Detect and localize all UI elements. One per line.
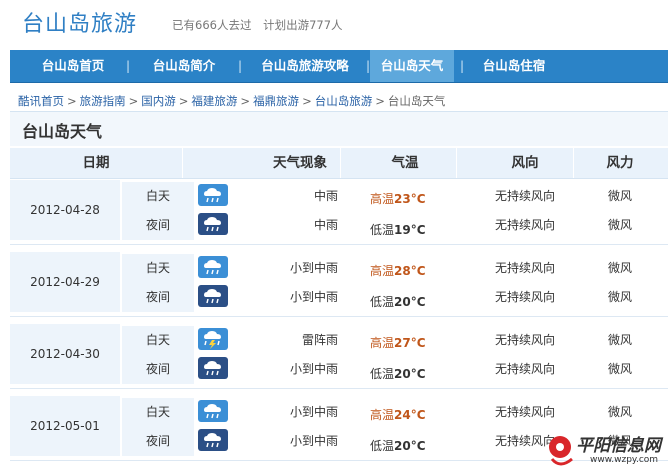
- col-header-wind-dir: 风向: [511, 155, 539, 171]
- temp-label: 低温: [370, 439, 395, 453]
- wind-force: 微风: [607, 189, 632, 203]
- temperature: 高温28°C: [370, 262, 460, 279]
- temperature: 低温19°C: [370, 221, 460, 238]
- wind-force: 微风: [607, 362, 632, 376]
- wind-force: 微风: [607, 333, 632, 347]
- nav-item-intro[interactable]: 台山岛简介: [134, 50, 234, 82]
- main-nav: 台山岛首页 | 台山岛简介 | 台山岛旅游攻略 | 台山岛天气 | 台山岛住宿: [10, 50, 668, 83]
- wind-force: 微风: [607, 405, 632, 419]
- date-cell: 2012-04-30: [10, 324, 120, 384]
- temperature: 高温23°C: [370, 190, 460, 207]
- nav-item-guide[interactable]: 台山岛旅游攻略: [246, 50, 364, 82]
- weather-text: 小到中雨: [289, 290, 338, 304]
- day-block: 2012-04-29 白天 小到中雨 高温28°C 无持续风向 微风 夜间 小到中雨 低温20°…: [10, 252, 668, 312]
- site-title[interactable]: 台山岛旅游: [22, 6, 137, 38]
- wind-direction: 无持续风向: [494, 333, 555, 347]
- temp-value: 20°C: [394, 367, 426, 381]
- wind-direction: 无持续风向: [494, 290, 555, 304]
- temp-label: 高温: [370, 408, 395, 422]
- period-night: 夜间: [122, 211, 194, 240]
- temp-label: 高温: [370, 192, 395, 206]
- temp-label: 高温: [370, 336, 395, 350]
- temp-label: 高温: [370, 264, 395, 278]
- temperature: 高温24°C: [370, 406, 460, 423]
- period-night: 夜间: [122, 427, 194, 456]
- temp-value: 28°C: [394, 264, 426, 278]
- period-day: 白天: [122, 182, 194, 211]
- date-cell: 2012-04-29: [10, 252, 120, 312]
- weather-text: 雷阵雨: [301, 333, 338, 347]
- temp-label: 低温: [370, 223, 395, 237]
- wind-direction: 无持续风向: [494, 362, 555, 376]
- day-block: 2012-04-28 白天 中雨 高温23°C 无持续风向 微风 夜间 中雨 低温19°C 无持续…: [10, 180, 668, 240]
- breadcrumb-link[interactable]: 福鼎旅游: [253, 94, 299, 108]
- period-day: 白天: [122, 326, 194, 355]
- breadcrumb: 酷讯首页 > 旅游指南 > 国内游 > 福建旅游 > 福鼎旅游 > 台山岛旅游 > 台山岛天气: [18, 94, 446, 108]
- breadcrumb-link[interactable]: 酷讯首页: [18, 94, 64, 108]
- temperature: 低温20°C: [370, 293, 460, 310]
- breadcrumb-current: 台山岛天气: [387, 94, 446, 108]
- temp-value: 20°C: [394, 295, 426, 309]
- planned-count: 计划出游777人: [263, 18, 343, 32]
- weather-table-header: 日期 天气现象 气温 风向 风力: [10, 148, 668, 179]
- wind-force: 微风: [607, 290, 632, 304]
- nav-item-lodging[interactable]: 台山岛住宿: [468, 50, 560, 82]
- period-day: 白天: [122, 398, 194, 427]
- watermark-text: 平阳信息网: [576, 436, 661, 456]
- row-divider: [10, 388, 668, 389]
- nav-separator: |: [460, 59, 465, 73]
- weather-text: 小到中雨: [289, 405, 338, 419]
- weather-text: 中雨: [313, 189, 338, 203]
- site-header: 台山岛旅游 已有666人去过 计划出游777人: [10, 0, 668, 44]
- day-block: 2012-04-30 白天 雷阵雨 高温27°C 无持续风向 微风 夜间 小到中雨 低温20°C…: [10, 324, 668, 384]
- watermark: 平阳信息网 www.wzpy.com: [542, 429, 662, 471]
- temperature: 高温27°C: [370, 334, 460, 351]
- weather-text: 小到中雨: [289, 261, 338, 275]
- wind-force: 微风: [607, 261, 632, 275]
- breadcrumb-link[interactable]: 台山岛旅游: [315, 94, 373, 108]
- nav-item-weather[interactable]: 台山岛天气: [370, 50, 454, 82]
- period-day: 白天: [122, 254, 194, 283]
- temp-value: 24°C: [394, 408, 426, 422]
- temp-value: 27°C: [394, 336, 426, 350]
- row-divider: [10, 316, 668, 317]
- temperature: 低温20°C: [370, 365, 460, 382]
- weather-text: 小到中雨: [289, 434, 338, 448]
- page-title-bar: 台山岛天气: [10, 111, 668, 146]
- temp-value: 20°C: [394, 439, 426, 453]
- breadcrumb-link[interactable]: 福建旅游: [191, 94, 237, 108]
- row-divider: [10, 244, 668, 245]
- wind-direction: 无持续风向: [494, 261, 555, 275]
- visited-count: 已有666人去过: [172, 18, 252, 32]
- page-title: 台山岛天气: [22, 122, 103, 141]
- col-header-temp: 气温: [391, 155, 419, 171]
- weather-text: 小到中雨: [289, 362, 338, 376]
- weather-text: 中雨: [313, 218, 338, 232]
- temperature: 低温20°C: [370, 437, 460, 454]
- temp-label: 低温: [370, 295, 395, 309]
- nav-item-home[interactable]: 台山岛首页: [24, 50, 122, 82]
- period-night: 夜间: [122, 283, 194, 312]
- period-night: 夜间: [122, 355, 194, 384]
- wind-direction: 无持续风向: [494, 218, 555, 232]
- wind-direction: 无持续风向: [494, 405, 555, 419]
- date-cell: 2012-05-01: [10, 396, 120, 456]
- breadcrumb-link[interactable]: 旅游指南: [80, 94, 126, 108]
- date-cell: 2012-04-28: [10, 180, 120, 240]
- breadcrumb-link[interactable]: 国内游: [141, 94, 176, 108]
- col-header-wind-force: 风力: [606, 155, 634, 171]
- wind-direction: 无持续风向: [494, 189, 555, 203]
- temp-value: 23°C: [394, 192, 426, 206]
- temp-value: 19°C: [394, 223, 426, 237]
- wind-force: 微风: [607, 218, 632, 232]
- nav-separator: |: [238, 59, 243, 73]
- site-stats: 已有666人去过 计划出游777人: [172, 17, 351, 33]
- nav-separator: |: [126, 59, 131, 73]
- col-header-weather: 天气现象: [273, 155, 327, 171]
- col-header-date: 日期: [82, 155, 110, 171]
- watermark-url: www.wzpy.com: [590, 455, 659, 465]
- temp-label: 低温: [370, 367, 395, 381]
